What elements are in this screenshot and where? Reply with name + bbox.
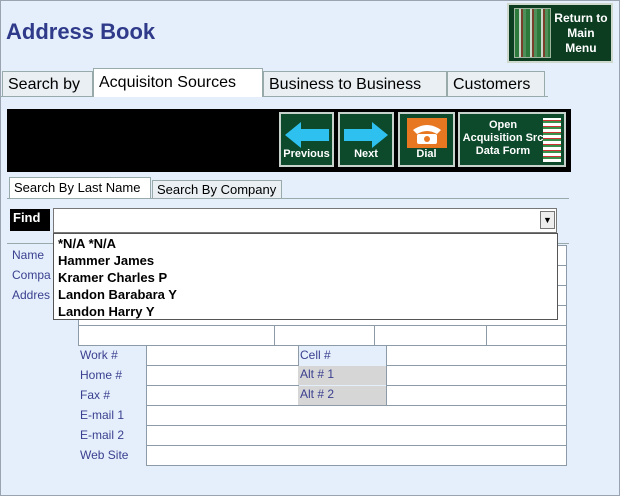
data-form-icon: [543, 118, 561, 162]
phone-icon: [406, 118, 447, 148]
company-label: Compa: [12, 268, 51, 282]
tab-search-by-last-name[interactable]: Search By Last Name: [9, 177, 151, 198]
name-label: Name: [12, 248, 45, 262]
dial-button[interactable]: Dial: [398, 112, 455, 167]
tab-business-to-business[interactable]: Business to Business: [263, 71, 447, 96]
left-arrow-icon: [284, 122, 329, 148]
list-item[interactable]: Landon Harry Y: [54, 303, 557, 320]
email2-label: E-mail 2: [80, 428, 125, 442]
country-field[interactable]: [486, 325, 567, 346]
tab-search-by[interactable]: Search by: [2, 71, 93, 96]
tab-acquisition-sources[interactable]: Acquisiton Sources: [93, 68, 263, 97]
fax-label: Fax #: [80, 388, 111, 402]
chevron-down-icon[interactable]: ▼: [540, 211, 555, 229]
alt2-label: Alt # 2: [298, 386, 386, 405]
list-item[interactable]: Kramer Charles P: [54, 269, 557, 286]
home-phone-label: Home #: [80, 368, 123, 382]
right-arrow-icon: [344, 122, 388, 148]
list-item[interactable]: *N/A *N/A: [54, 235, 557, 252]
alt1-label: Alt # 1: [298, 366, 386, 385]
state-field[interactable]: [274, 325, 375, 346]
page-title: Address Book: [6, 19, 156, 44]
work-phone-field[interactable]: [146, 345, 299, 366]
address-label: Addres: [12, 288, 51, 302]
list-item[interactable]: Landon Barabara Y: [54, 286, 557, 303]
email1-label: E-mail 1: [80, 408, 125, 422]
email2-field[interactable]: [146, 425, 567, 446]
website-field[interactable]: [146, 445, 567, 466]
previous-button[interactable]: Previous: [279, 112, 334, 167]
work-phone-label: Work #: [80, 348, 118, 362]
find-label: Find: [10, 209, 50, 231]
find-dropdown-list: *N/A *N/A Hammer James Kramer Charles P …: [53, 233, 558, 320]
email1-field[interactable]: [146, 405, 567, 426]
city-field[interactable]: [78, 325, 275, 346]
alt2-field[interactable]: [386, 385, 567, 406]
cell-label: Cell #: [300, 348, 331, 362]
list-item[interactable]: Hammer James: [54, 252, 557, 269]
open-acquisition-src-data-form-button[interactable]: Open Acquisition Src Data Form: [458, 112, 566, 167]
return-to-main-menu-button[interactable]: Return to Main Menu: [507, 3, 613, 63]
fax-field[interactable]: [146, 385, 299, 406]
website-label: Web Site: [80, 448, 129, 462]
zip-field[interactable]: [374, 325, 487, 346]
next-button[interactable]: Next: [338, 112, 394, 167]
cell-field[interactable]: [386, 345, 567, 366]
tab-customers[interactable]: Customers: [447, 71, 545, 96]
alt1-field[interactable]: [386, 365, 567, 386]
tab-divider: [0, 96, 548, 97]
tab-search-by-company[interactable]: Search By Company: [152, 180, 282, 199]
menu-thumbnail-icon: [514, 8, 551, 58]
home-phone-field[interactable]: [146, 365, 299, 386]
find-combo-input[interactable]: [53, 208, 557, 233]
